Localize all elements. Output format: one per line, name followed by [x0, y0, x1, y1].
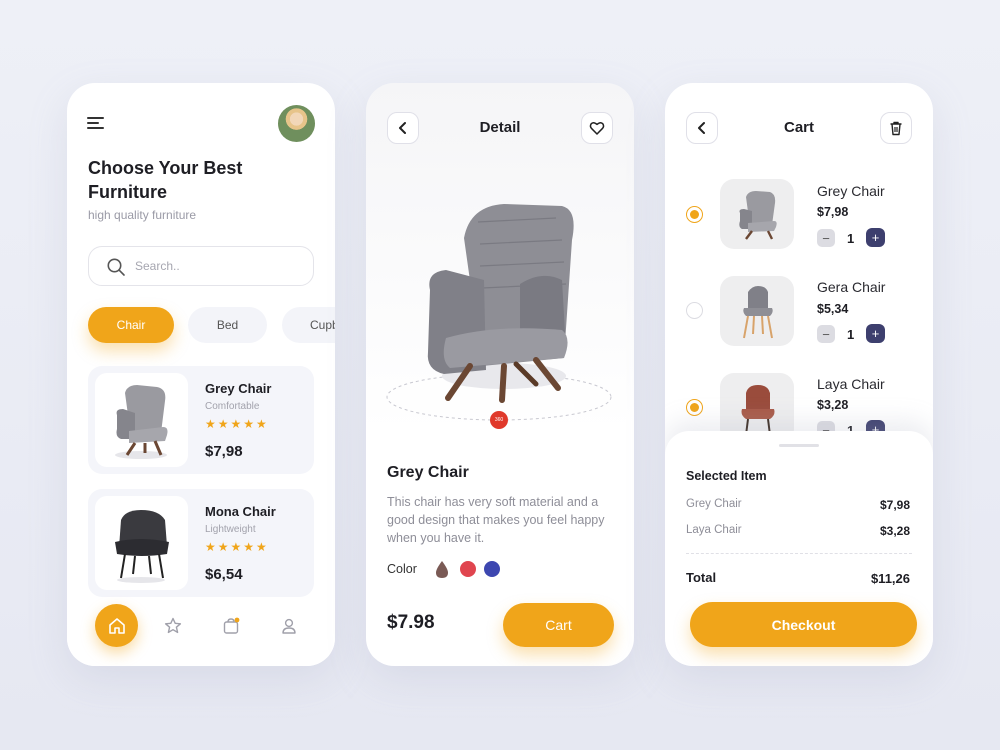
page-title: Choose Your Best Furniture: [88, 158, 243, 202]
cart-item-name: Grey Chair: [817, 183, 885, 199]
total-label: Total: [686, 570, 717, 585]
cart-screen: Cart Grey Chair $7,98 − 1 + Gera Chair $…: [665, 83, 933, 666]
quantity-decrease-button[interactable]: −: [817, 229, 835, 247]
bag-icon[interactable]: [221, 616, 241, 636]
gera-chair-image: [743, 286, 773, 339]
product-tag: Lightweight: [205, 524, 256, 535]
search-icon: [107, 258, 125, 276]
trash-icon: [890, 121, 902, 136]
grey-chair-image: [115, 385, 168, 459]
color-swatch-blue[interactable]: [484, 561, 500, 577]
product-tag: Comfortable: [205, 401, 260, 412]
color-swatch-red[interactable]: [460, 561, 476, 577]
product-name: Grey Chair: [205, 381, 272, 396]
rating-stars-icon: ★★★★★: [205, 417, 269, 431]
quantity-increase-button[interactable]: +: [866, 228, 885, 247]
checkout-sheet: Selected Item Grey Chair $7,98 Laya Chai…: [665, 431, 933, 666]
selected-items-title: Selected Item: [686, 469, 767, 483]
item-select-radio[interactable]: [686, 399, 703, 416]
product-price: $7,98: [205, 443, 243, 460]
favorite-button[interactable]: [581, 112, 613, 144]
product-price: $7.98: [387, 612, 435, 633]
selected-item-price: $7,98: [879, 498, 910, 512]
item-select-radio[interactable]: [686, 302, 703, 319]
cart-item-image: [720, 179, 794, 249]
total-value: $11,26: [870, 571, 910, 586]
checkout-button[interactable]: Checkout: [690, 602, 917, 647]
profile-icon[interactable]: [279, 616, 299, 636]
product-card[interactable]: Mona Chair Lightweight ★★★★★ $6,54: [88, 489, 314, 597]
category-chip-cupboard[interactable]: Cupb: [282, 307, 335, 343]
cart-item-price: $7,98: [817, 205, 849, 219]
home-icon[interactable]: [95, 604, 138, 647]
divider: [686, 553, 912, 554]
category-chip-bed[interactable]: Bed: [188, 307, 267, 343]
color-swatch-brown[interactable]: [435, 560, 449, 579]
cart-item-price: $5,34: [817, 302, 849, 316]
add-to-cart-button[interactable]: Cart: [503, 603, 614, 647]
heart-icon: [589, 122, 605, 135]
quantity-value: 1: [847, 231, 855, 246]
detail-screen: Detail 360 Grey Chair This chair has ver…: [366, 83, 634, 666]
delete-button[interactable]: [880, 112, 912, 144]
cart-item-name: Gera Chair: [817, 279, 886, 295]
selected-item-name: Laya Chair: [686, 524, 742, 536]
product-description: This chair has very soft material and a …: [387, 495, 605, 545]
quantity-value: 1: [847, 327, 855, 342]
product-name: Mona Chair: [205, 504, 276, 519]
grey-chair-image: [739, 191, 777, 240]
product-image: [95, 496, 188, 590]
search-input[interactable]: Search..: [88, 246, 314, 286]
product-name: Grey Chair: [387, 464, 469, 481]
selected-item-price: $3,28: [879, 524, 910, 538]
rotate-360-button[interactable]: 360: [490, 411, 508, 429]
item-select-radio[interactable]: [686, 206, 703, 223]
color-label: Color: [387, 562, 417, 576]
product-price: $6,54: [205, 566, 243, 583]
page-subtitle: high quality furniture: [88, 208, 197, 222]
cart-item-name: Laya Chair: [817, 376, 885, 392]
product-image: [95, 373, 188, 467]
quantity-decrease-button[interactable]: −: [817, 325, 835, 343]
avatar[interactable]: [278, 105, 315, 142]
star-icon[interactable]: [163, 616, 183, 636]
quantity-increase-button[interactable]: +: [866, 324, 885, 343]
sheet-handle[interactable]: [779, 444, 819, 447]
cart-item-image: [720, 276, 794, 346]
product-hero-image: [386, 204, 612, 421]
menu-icon[interactable]: [87, 117, 107, 131]
selected-item-name: Grey Chair: [686, 498, 742, 510]
rating-stars-icon: ★★★★★: [205, 540, 269, 554]
category-chip-chair[interactable]: Chair: [88, 307, 174, 343]
home-screen: Choose Your Best Furniture high quality …: [67, 83, 335, 666]
product-card[interactable]: Grey Chair Comfortable ★★★★★ $7,98: [88, 366, 314, 474]
search-placeholder: Search..: [135, 259, 180, 273]
cart-item-price: $3,28: [817, 398, 849, 412]
black-chair-image: [115, 510, 169, 583]
